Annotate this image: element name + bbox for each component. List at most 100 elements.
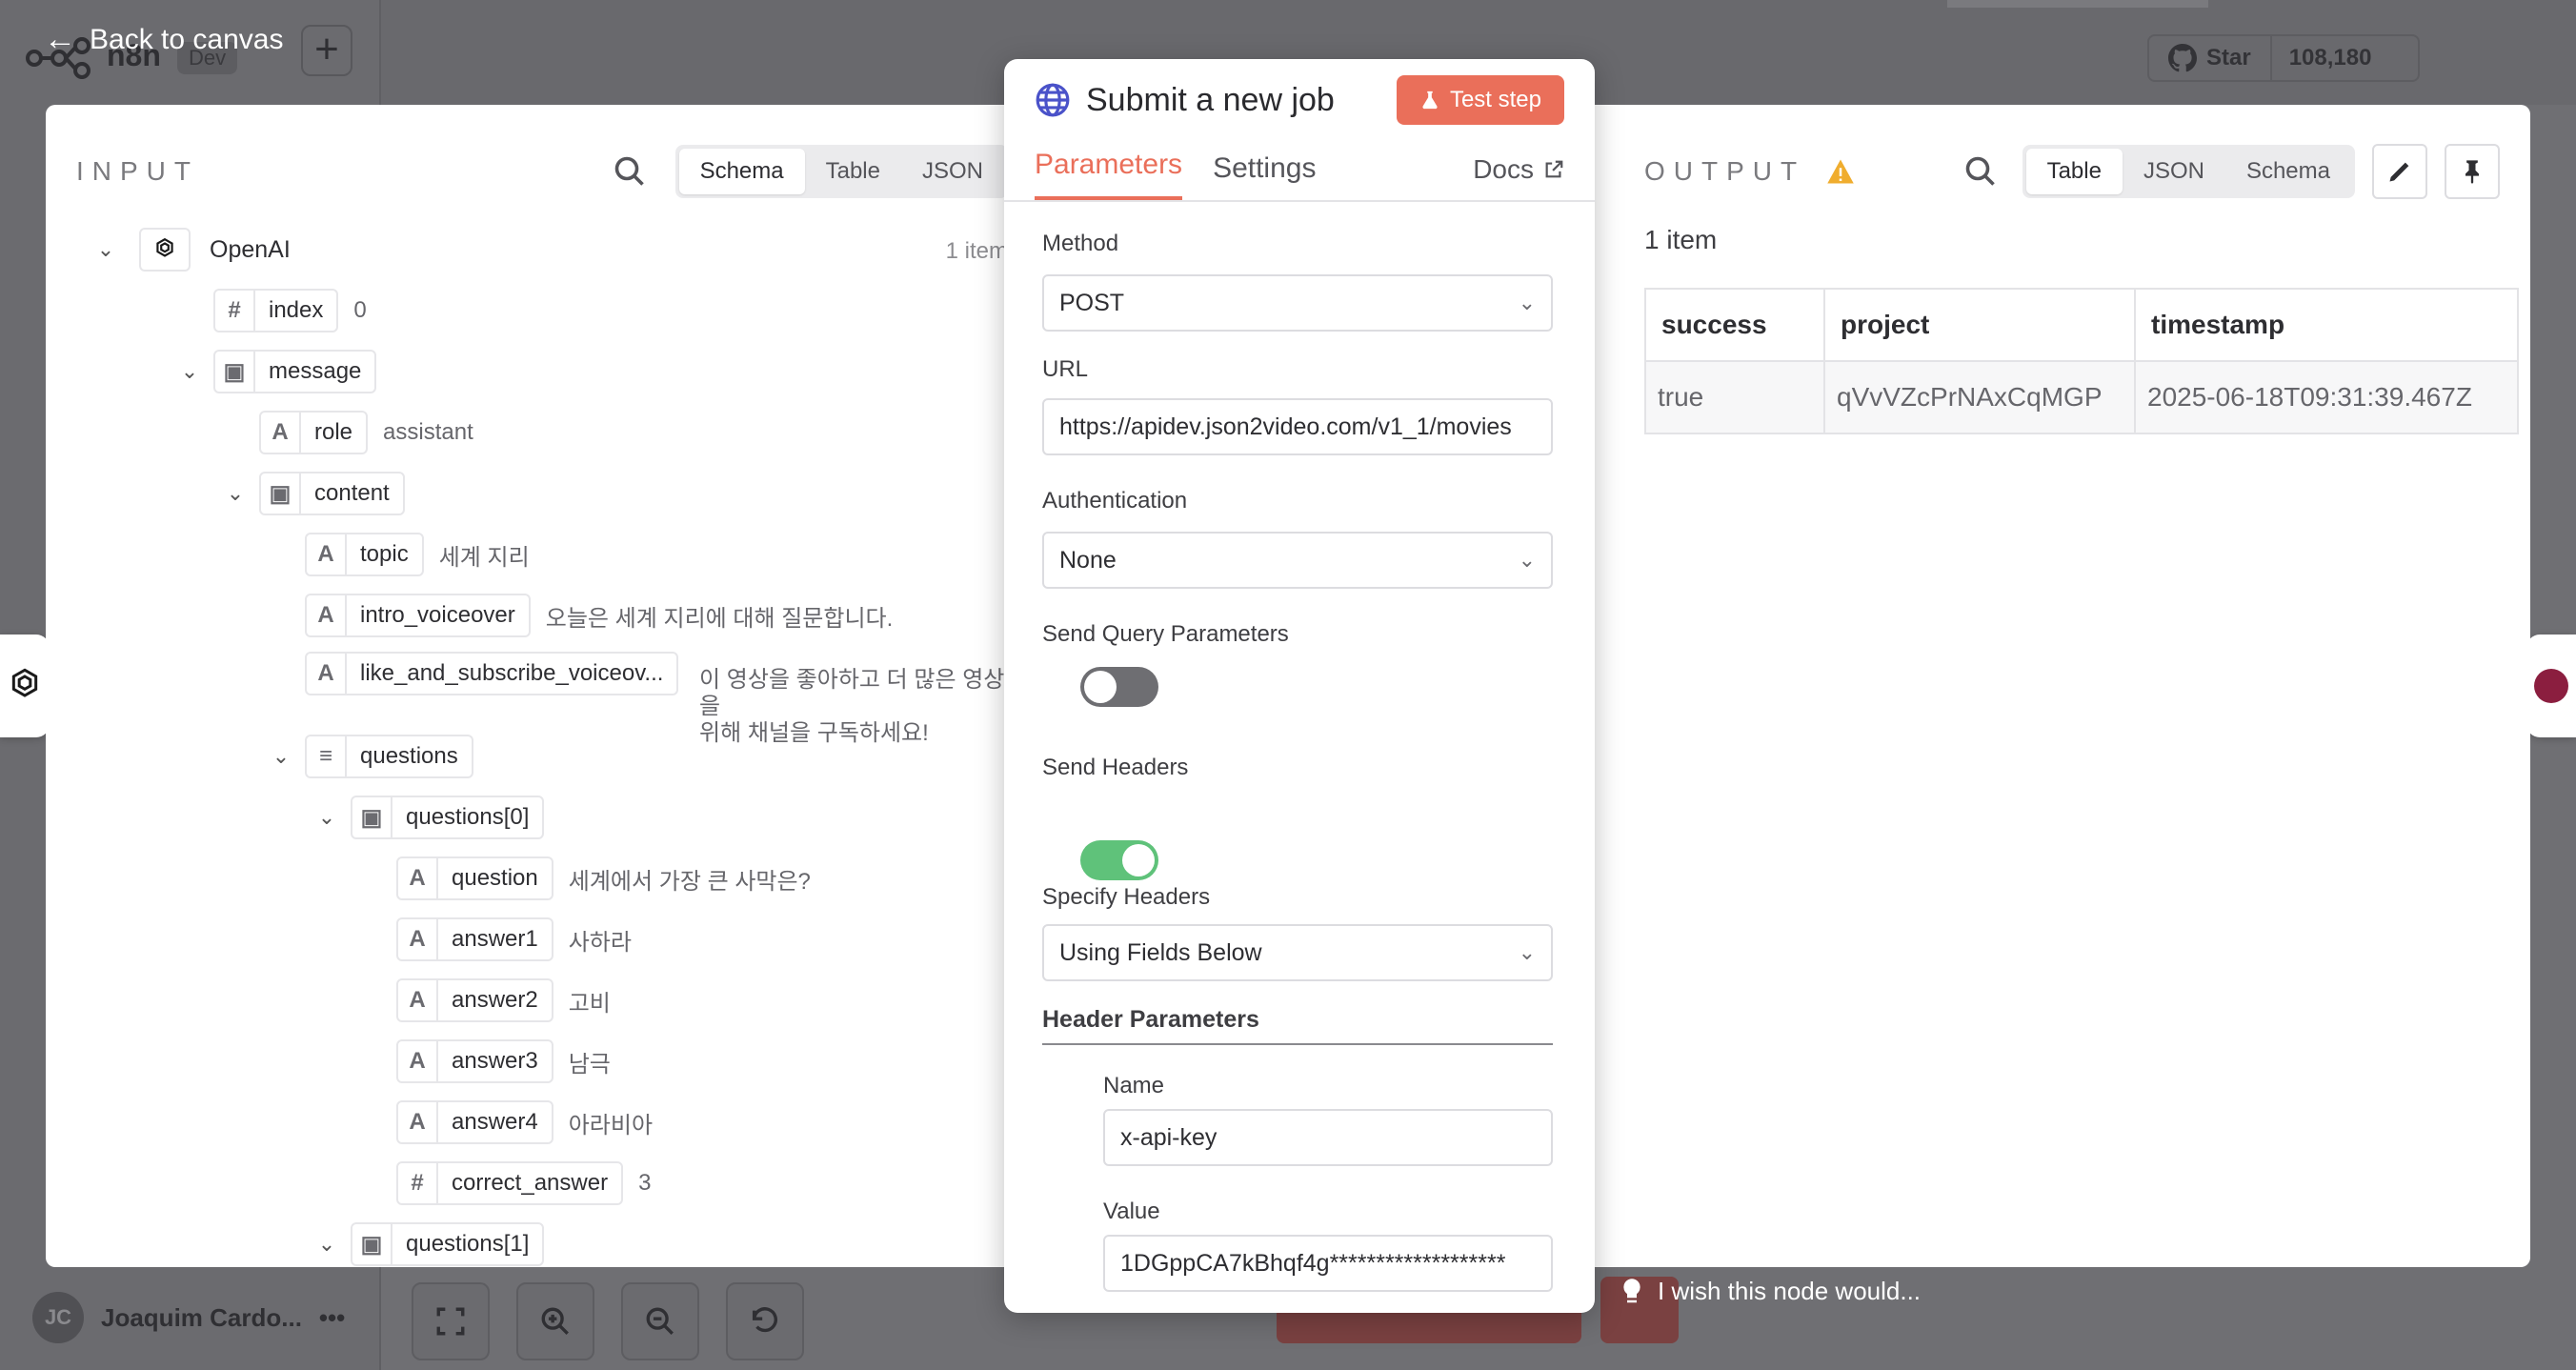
type-string-icon: A: [398, 980, 438, 1020]
object-icon: ▣: [352, 797, 392, 837]
field-value: 사하라: [568, 929, 632, 956]
send-query-toggle[interactable]: [1080, 667, 1158, 707]
flask-icon: [1422, 91, 1438, 110]
schema-field-answer1[interactable]: Aanswer1 사하라: [396, 915, 632, 964]
schema-field-question[interactable]: Aquestion 세계에서 가장 큰 사막은?: [396, 854, 811, 903]
tab-settings[interactable]: Settings: [1213, 152, 1316, 200]
chevron-down-icon[interactable]: ⌄: [311, 805, 343, 830]
field-pill: # correct_answer: [396, 1161, 624, 1205]
field-pill: Aanswer3: [396, 1039, 553, 1083]
field-name: role: [314, 419, 353, 445]
schema-field-correct-answer[interactable]: # correct_answer 3: [396, 1158, 651, 1208]
field-pill: ▣ questions[0]: [351, 796, 545, 839]
pin-data-button[interactable]: [2445, 144, 2500, 199]
toggle-knob: [1084, 671, 1117, 703]
field-value: 오늘은 세계 지리에 대해 질문합니다.: [545, 605, 894, 632]
table-cell[interactable]: 2025-06-18T09:31:39.467Z: [2134, 360, 2519, 434]
schema-field-answer3[interactable]: Aanswer3 남극: [396, 1037, 611, 1086]
add-workflow-button[interactable]: +: [301, 25, 352, 76]
openai-icon: [11, 668, 38, 697]
column-header: project: [1823, 288, 2136, 362]
chevron-down-icon[interactable]: ⌄: [90, 237, 122, 262]
edit-output-button[interactable]: [2372, 144, 2427, 199]
object-icon: ▣: [215, 352, 255, 392]
input-view-table[interactable]: Table: [805, 149, 901, 194]
chevron-down-icon[interactable]: ⌄: [311, 1232, 343, 1257]
zoom-in-button[interactable]: [516, 1282, 594, 1360]
schema-field-answer2[interactable]: Aanswer2 고비: [396, 976, 611, 1025]
header-value-label: Value: [1103, 1199, 1160, 1224]
object-icon: ▣: [352, 1224, 392, 1264]
field-value: 0: [353, 297, 367, 323]
user-name: Joaquim Cardo...: [101, 1302, 302, 1332]
table-cell[interactable]: true: [1644, 360, 1825, 434]
previous-node-tab[interactable]: [0, 635, 50, 737]
root-node-name: OpenAI: [210, 235, 291, 263]
tab-docs[interactable]: Docs: [1473, 154, 1564, 200]
header-value-input[interactable]: 1DGppCA7kBhqf4g*******************: [1103, 1235, 1553, 1292]
feedback-link[interactable]: I wish this node would...: [1620, 1277, 1921, 1306]
github-star-widget[interactable]: Star 108,180: [2147, 34, 2420, 82]
output-view-table[interactable]: Table: [2025, 149, 2123, 194]
tree-root-row[interactable]: ⌄ OpenAI: [90, 225, 291, 274]
header-name-value: x-api-key: [1120, 1123, 1218, 1151]
send-headers-toggle[interactable]: [1080, 840, 1158, 880]
chevron-down-icon[interactable]: ⌄: [265, 744, 297, 769]
header-name-label: Name: [1103, 1073, 1165, 1098]
tab-parameters[interactable]: Parameters: [1035, 149, 1183, 200]
field-name: message: [269, 358, 362, 384]
table-cell[interactable]: qVvVZcPrNAxCqMGP: [1823, 360, 2136, 434]
authentication-select[interactable]: None ⌄: [1042, 532, 1553, 589]
reset-zoom-button[interactable]: [726, 1282, 804, 1360]
search-icon[interactable]: [1963, 154, 1998, 189]
github-star-button[interactable]: Star: [2149, 36, 2272, 80]
schema-field-topic[interactable]: Atopic 세계 지리: [305, 530, 530, 579]
url-input[interactable]: https://apidev.json2video.com/v1_1/movie…: [1042, 398, 1553, 455]
field-name: questions[0]: [406, 804, 530, 830]
field-value-line: 위해 채널을 구독하세요!: [699, 720, 929, 746]
schema-field-questions[interactable]: ⌄ ≡ questions: [265, 732, 473, 781]
output-header: OUTPUT Table JSON Schema: [1644, 143, 2500, 200]
back-to-canvas-link[interactable]: ← Back to canvas: [44, 21, 283, 58]
input-view-schema[interactable]: Schema: [678, 149, 805, 194]
output-view-schema[interactable]: Schema: [2225, 149, 2351, 194]
schema-field-content[interactable]: ⌄ ▣ content: [219, 469, 405, 518]
field-pill: Arole: [259, 411, 369, 454]
schema-field-index[interactable]: # index 0: [213, 286, 367, 335]
field-pill: Aanswer2: [396, 978, 553, 1022]
method-value: POST: [1059, 289, 1125, 316]
zoom-out-icon: [646, 1307, 674, 1335]
pencil-icon: [2389, 162, 2409, 182]
more-icon[interactable]: •••: [319, 1303, 345, 1333]
output-view-json[interactable]: JSON: [2123, 149, 2225, 194]
test-step-button[interactable]: Test step: [1396, 75, 1564, 125]
chevron-down-icon[interactable]: ⌄: [173, 359, 206, 384]
schema-field-answer4[interactable]: Aanswer4 아라비아: [396, 1098, 653, 1147]
field-pill: ▣ message: [213, 350, 377, 393]
node-title[interactable]: Submit a new job: [1086, 82, 1397, 119]
field-pill: Aanswer1: [396, 917, 553, 961]
chevron-down-icon[interactable]: ⌄: [219, 481, 252, 506]
schema-field-intro-voiceover[interactable]: Aintro_voiceover 오늘은 세계 지리에 대해 질문합니다.: [305, 591, 893, 640]
field-value: 3: [638, 1170, 652, 1196]
field-value: 세계에서 가장 큰 사막은?: [568, 868, 811, 895]
zoom-out-button[interactable]: [621, 1282, 699, 1360]
method-select[interactable]: POST ⌄: [1042, 274, 1553, 332]
input-view-json[interactable]: JSON: [901, 149, 1004, 194]
schema-field-questions-1[interactable]: ⌄ ▣ questions[1]: [311, 1219, 545, 1267]
header-name-input[interactable]: x-api-key: [1103, 1109, 1553, 1166]
schema-field-message[interactable]: ⌄ ▣ message: [173, 347, 377, 396]
schema-field-questions-0[interactable]: ⌄ ▣ questions[0]: [311, 793, 545, 842]
schema-field-like-subscribe[interactable]: Alike_and_subscribe_voiceov...: [305, 652, 679, 695]
next-node-tab[interactable]: [2526, 635, 2576, 737]
field-name: question: [452, 865, 538, 891]
search-icon[interactable]: [613, 154, 647, 189]
schema-field-role[interactable]: Arole assistant: [259, 408, 473, 457]
user-menu[interactable]: JC Joaquim Cardo... •••: [32, 1292, 345, 1343]
specify-headers-select[interactable]: Using Fields Below ⌄: [1042, 924, 1553, 981]
fit-view-button[interactable]: [412, 1282, 490, 1360]
avatar: JC: [32, 1292, 84, 1343]
feedback-label: I wish this node would...: [1658, 1277, 1922, 1305]
node-form: Method POST ⌄ URL https://apidev.json2vi…: [1004, 202, 1595, 1292]
output-panel: OUTPUT Table JSON Schema 1 item success …: [1627, 105, 2530, 1267]
